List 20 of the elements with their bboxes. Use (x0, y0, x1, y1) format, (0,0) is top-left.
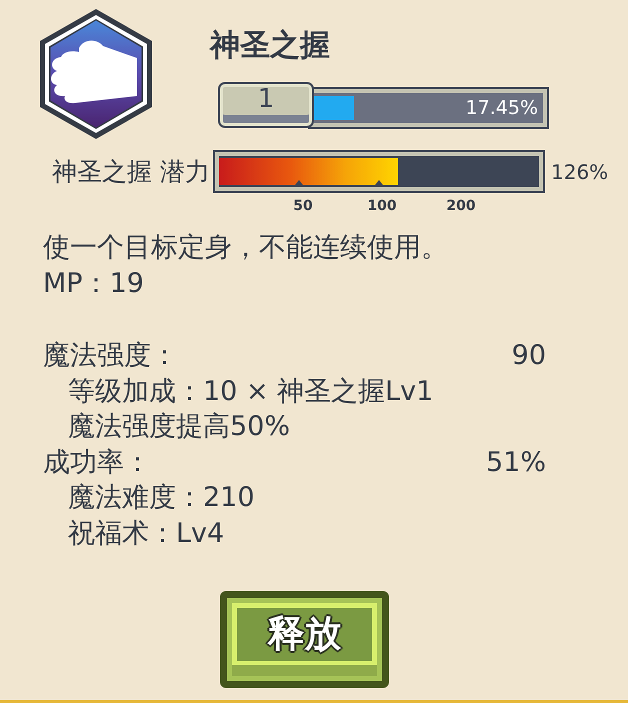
potential-label: 神圣之握 潜力 (51, 156, 211, 186)
stat-detail: 魔法难度：210 (68, 481, 255, 515)
stat-detail: 祝福术：Lv4 (68, 516, 224, 550)
skill-title: 神圣之握 (210, 28, 330, 64)
stat-value: 51% (486, 446, 546, 480)
skill-description: 使一个目标定身，不能连续使用。 (43, 231, 448, 265)
cast-button[interactable]: 释放 (220, 591, 389, 688)
stat-label: 魔法强度： (43, 339, 178, 373)
level-badge: 1 (218, 82, 314, 128)
tick-label: 200 (446, 197, 476, 215)
hand-icon (39, 8, 153, 140)
tick-label: 50 (293, 197, 313, 215)
potential-percent: 126% (551, 158, 608, 184)
stat-detail: 等级加成：10 × 神圣之握Lv1 (68, 374, 434, 408)
progress-percent: 17.45% (466, 96, 538, 121)
stat-value: 90 (512, 339, 546, 373)
mana-cost: MP：19 (43, 267, 144, 301)
stat-label: 成功率： (43, 446, 151, 480)
stat-detail: 魔法强度提高50% (68, 410, 290, 444)
tick-label: 100 (367, 197, 397, 215)
